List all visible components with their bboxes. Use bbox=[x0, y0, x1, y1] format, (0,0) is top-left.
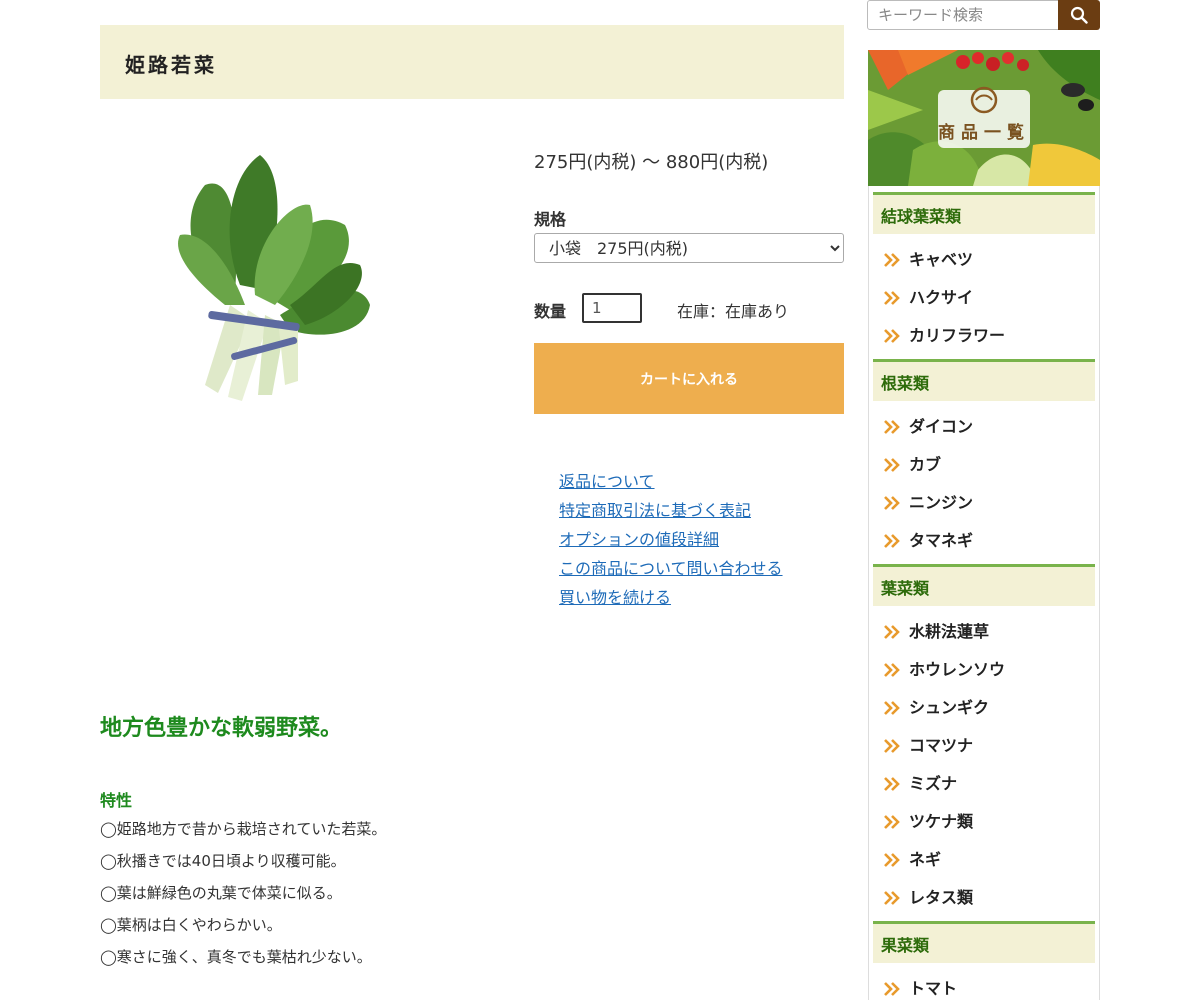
category-item[interactable]: タマネギ bbox=[883, 526, 973, 556]
product-image bbox=[178, 155, 370, 401]
category-item-label: コマツナ bbox=[909, 736, 974, 755]
returns-link[interactable]: 返品について bbox=[559, 472, 655, 491]
add-to-cart-button[interactable]: カートに入れる bbox=[534, 343, 844, 414]
category-item-label: ホウレンソウ bbox=[909, 660, 1006, 679]
option-price-link[interactable]: オプションの値段詳細 bbox=[559, 530, 719, 549]
category-item[interactable]: ツケナ類 bbox=[883, 807, 973, 837]
category-item[interactable]: 水耕法蓮草 bbox=[883, 617, 989, 647]
category-sidebar: 結球葉菜類キャベツハクサイカリフラワー根菜類ダイコンカブニンジンタマネギ葉菜類水… bbox=[868, 186, 1100, 1000]
product-title: 姫路若菜 bbox=[125, 53, 217, 77]
category-item[interactable]: シュンギク bbox=[883, 693, 989, 723]
feature-item: ◯秋播きでは40日頃より収穫可能。 bbox=[100, 852, 346, 870]
category-item[interactable]: ニンジン bbox=[883, 488, 973, 518]
category-item-label: ハクサイ bbox=[909, 288, 974, 307]
category-item-label: タマネギ bbox=[909, 531, 974, 550]
category-item[interactable]: キャベツ bbox=[883, 245, 973, 275]
stock-status: 在庫：在庫あり bbox=[677, 302, 790, 321]
double-chevron-right-icon bbox=[884, 329, 900, 343]
category-item-label: ダイコン bbox=[909, 417, 974, 436]
search-button[interactable] bbox=[1058, 0, 1100, 30]
product-price: 275円(内税) 〜 880円(内税) bbox=[534, 152, 769, 173]
double-chevron-right-icon bbox=[884, 777, 900, 791]
category-item-label: 水耕法蓮草 bbox=[909, 622, 990, 641]
category-item-label: ミズナ bbox=[909, 774, 958, 793]
description-headline: 地方色豊かな軟弱野菜。 bbox=[100, 716, 343, 741]
double-chevron-right-icon bbox=[884, 534, 900, 548]
double-chevron-right-icon bbox=[884, 420, 900, 434]
spec-label: 規格 bbox=[534, 210, 567, 229]
category-item-label: シュンギク bbox=[909, 698, 990, 717]
spec-select[interactable]: 小袋 275円(内税) bbox=[534, 233, 844, 263]
double-chevron-right-icon bbox=[884, 739, 900, 753]
category-item-label: ネギ bbox=[909, 850, 942, 869]
feature-item: ◯葉は鮮緑色の丸葉で体菜に似る。 bbox=[100, 884, 342, 902]
double-chevron-right-icon bbox=[884, 815, 900, 829]
category-item-label: カブ bbox=[909, 455, 942, 474]
category-item[interactable]: ミズナ bbox=[883, 769, 957, 799]
category-item[interactable]: ダイコン bbox=[883, 412, 973, 442]
link-item: この商品について問い合わせる bbox=[559, 557, 783, 586]
double-chevron-right-icon bbox=[884, 663, 900, 677]
category-header: 果菜類 bbox=[873, 921, 1095, 963]
category-item[interactable]: ホウレンソウ bbox=[883, 655, 1005, 685]
link-item: 買い物を続ける bbox=[559, 586, 783, 615]
category-item-label: ツケナ類 bbox=[909, 812, 974, 831]
title-box: 姫路若菜 bbox=[100, 25, 844, 99]
category-header: 結球葉菜類 bbox=[873, 192, 1095, 234]
feature-item: ◯寒さに強く、真冬でも葉枯れ少ない。 bbox=[100, 948, 372, 966]
product-links: 返品について 特定商取引法に基づく表記 オプションの値段詳細 この商品について問… bbox=[559, 470, 783, 615]
double-chevron-right-icon bbox=[884, 625, 900, 639]
product-list-banner[interactable]: 商品一覧 bbox=[868, 50, 1100, 186]
double-chevron-right-icon bbox=[884, 496, 900, 510]
category-header: 葉菜類 bbox=[873, 564, 1095, 606]
legal-notice-link[interactable]: 特定商取引法に基づく表記 bbox=[559, 501, 751, 520]
continue-shopping-link[interactable]: 買い物を続ける bbox=[559, 588, 671, 607]
category-item[interactable]: ネギ bbox=[883, 845, 941, 875]
category-item[interactable]: カブ bbox=[883, 450, 941, 480]
link-item: 返品について bbox=[559, 470, 783, 499]
double-chevron-right-icon bbox=[884, 891, 900, 905]
category-item[interactable]: ハクサイ bbox=[883, 283, 973, 313]
category-header: 根菜類 bbox=[873, 359, 1095, 401]
category-item[interactable]: レタス類 bbox=[883, 883, 973, 913]
quantity-input[interactable] bbox=[582, 293, 642, 323]
category-item-label: ニンジン bbox=[909, 493, 974, 512]
double-chevron-right-icon bbox=[884, 458, 900, 472]
link-item: 特定商取引法に基づく表記 bbox=[559, 499, 783, 528]
feature-item: ◯姫路地方で昔から栽培されていた若菜。 bbox=[100, 820, 387, 838]
category-item-label: レタス類 bbox=[909, 888, 974, 907]
features-title: 特性 bbox=[100, 791, 133, 810]
double-chevron-right-icon bbox=[884, 701, 900, 715]
category-item[interactable]: カリフラワー bbox=[883, 321, 1005, 351]
category-item-label: キャベツ bbox=[909, 250, 974, 269]
category-item-label: カリフラワー bbox=[909, 326, 1006, 345]
double-chevron-right-icon bbox=[884, 853, 900, 867]
search-input[interactable] bbox=[867, 0, 1059, 30]
banner-label: 商品一覧 bbox=[938, 123, 1030, 143]
double-chevron-right-icon bbox=[884, 291, 900, 305]
category-item[interactable]: コマツナ bbox=[883, 731, 973, 761]
inquiry-link[interactable]: この商品について問い合わせる bbox=[559, 559, 783, 578]
features-list: ◯姫路地方で昔から栽培されていた若菜。 ◯秋播きでは40日頃より収穫可能。 ◯葉… bbox=[100, 816, 386, 976]
link-item: オプションの値段詳細 bbox=[559, 528, 783, 557]
double-chevron-right-icon bbox=[884, 253, 900, 267]
feature-item: ◯葉柄は白くやわらかい。 bbox=[100, 916, 282, 934]
search-icon bbox=[1070, 6, 1088, 24]
quantity-label: 数量 bbox=[534, 302, 567, 321]
double-chevron-right-icon bbox=[884, 982, 900, 996]
